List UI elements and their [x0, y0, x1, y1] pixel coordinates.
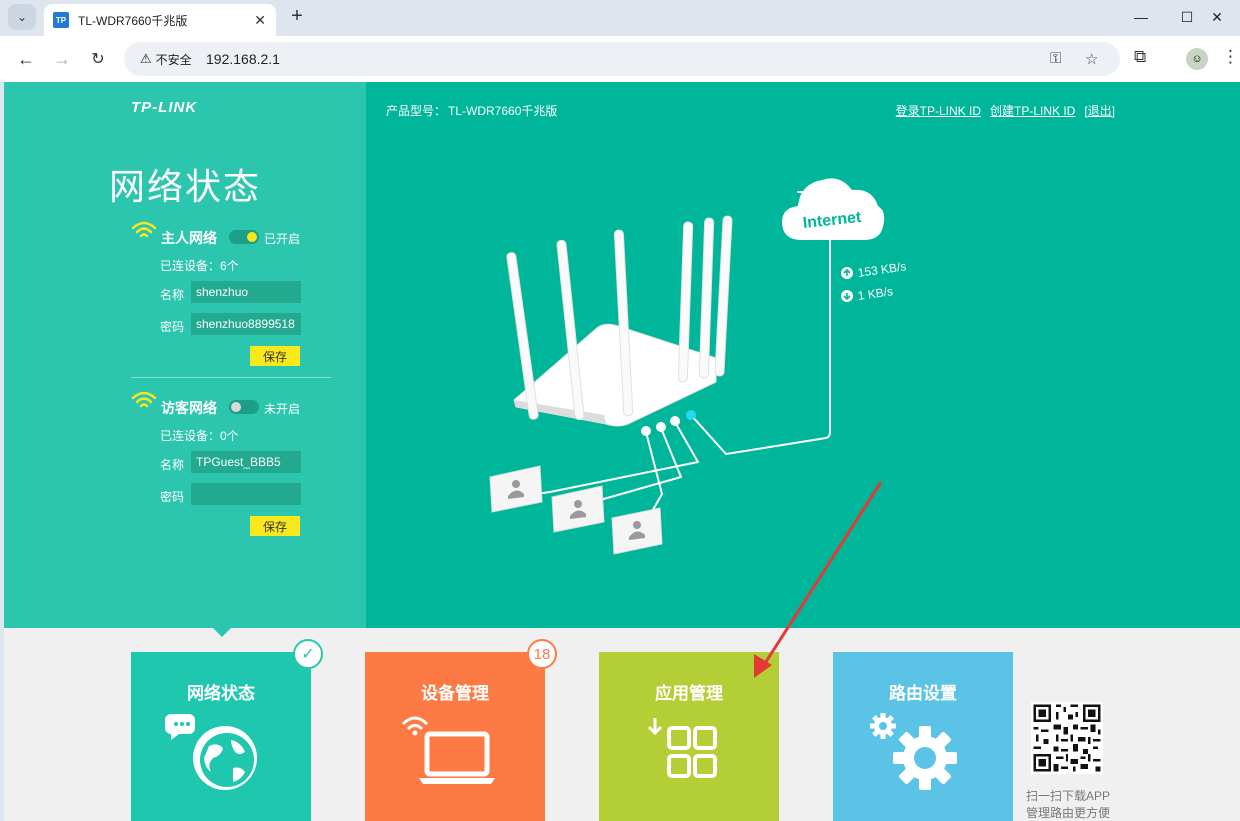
client-device	[551, 485, 605, 533]
host-connected-devices: 已连设备：6个	[160, 259, 239, 273]
guest-save-button[interactable]: 保存	[250, 516, 300, 536]
page-title: 网络状态	[108, 166, 261, 207]
qr-code	[1031, 702, 1103, 774]
window-close-button[interactable]: ✕	[1194, 0, 1240, 34]
host-network-title: 主人网络	[161, 230, 217, 246]
apps-grid-icon	[647, 718, 717, 778]
new-tab-button[interactable]: +	[286, 5, 308, 27]
tile-network-status[interactable]: 网络状态	[131, 652, 311, 821]
security-label: 不安全	[155, 52, 192, 67]
section-divider	[131, 377, 331, 378]
host-network-toggle[interactable]	[229, 230, 259, 244]
browser-tabstrip: ⌄ TP TL-WDR7660千兆版 ✕ + — ☐ ✕	[0, 0, 1240, 36]
wifi-icon	[131, 221, 157, 238]
tab-title: TL-WDR7660千兆版	[78, 13, 188, 28]
security-indicator[interactable]: ⚠ 不安全	[132, 47, 200, 71]
tile-label: 路由设置	[889, 684, 957, 703]
star-icon[interactable]: ☆	[1085, 50, 1098, 68]
guest-connected-devices: 已连设备：0个	[160, 429, 239, 443]
check-badge-icon: ✓	[293, 639, 323, 669]
close-icon[interactable]: ✕	[254, 12, 266, 29]
panel-pointer	[213, 628, 231, 637]
reload-button[interactable]: ↻	[86, 47, 110, 71]
guest-ssid-field[interactable]: TPGuest_BBB5	[191, 451, 301, 473]
host-save-button[interactable]: 保存	[250, 346, 300, 366]
guest-password-field[interactable]	[191, 483, 301, 505]
minimize-button[interactable]: —	[1118, 0, 1164, 34]
tab-search-button[interactable]: ⌄	[8, 4, 36, 30]
guest-network-toggle[interactable]	[229, 400, 259, 414]
favicon-icon: TP	[53, 12, 69, 28]
download-speed: 1 KB/s	[857, 284, 894, 303]
device-count-badge: 18	[527, 639, 557, 669]
guest-network-status: 未开启	[264, 402, 301, 416]
profile-avatar[interactable]: ☺	[1186, 48, 1208, 70]
router-admin-page: TP-LINK 网络状态 主人网络 已开启 已连设备：6个 名称 shenzhu…	[4, 82, 1240, 821]
upload-speed: 153 KB/s	[857, 259, 907, 280]
internet-cloud: Internet	[782, 178, 885, 240]
guest-name-label: 名称	[160, 458, 185, 472]
tile-router-settings[interactable]: 路由设置	[833, 652, 1013, 821]
client-device	[611, 507, 663, 555]
guest-network-title: 访客网络	[161, 400, 217, 416]
browser-toolbar: ← → ↻ ⚠ 不安全 192.168.2.1 ⚿ ☆ ⧉ ☺ ⋮	[0, 36, 1240, 82]
qr-caption-line2: 管理路由更方便	[1026, 806, 1111, 820]
menu-icon[interactable]: ⋮	[1222, 47, 1239, 67]
host-ssid-field[interactable]: shenzhuo	[191, 281, 301, 303]
tile-label: 网络状态	[187, 684, 255, 703]
tile-label: 设备管理	[421, 684, 489, 703]
client-device	[489, 465, 543, 513]
key-icon[interactable]: ⚿	[1050, 50, 1061, 67]
tile-label: 应用管理	[655, 684, 723, 703]
extensions-icon[interactable]: ⧉	[1134, 47, 1146, 67]
qr-caption-line1: 扫一扫下载APP	[1026, 789, 1111, 803]
host-password-field[interactable]: shenzhuo8899518	[191, 313, 301, 335]
tile-device-management[interactable]: 设备管理	[365, 652, 545, 821]
forward-button[interactable]: →	[50, 47, 74, 71]
user-icon: ☺	[1191, 53, 1203, 65]
url-text[interactable]: 192.168.2.1	[206, 51, 280, 67]
network-topology-illustration: Internet 153 KB/s 1 KB/s	[489, 178, 907, 555]
address-bar[interactable]: ⚠ 不安全 192.168.2.1 ⚿ ☆	[124, 42, 1120, 76]
gear-icon	[870, 713, 957, 790]
wifi-icon	[131, 391, 157, 408]
back-button[interactable]: ←	[14, 47, 38, 71]
warning-icon: ⚠	[140, 51, 152, 66]
browser-tab[interactable]: TP TL-WDR7660千兆版 ✕	[44, 4, 276, 36]
host-password-label: 密码	[160, 320, 185, 334]
guest-password-label: 密码	[160, 490, 185, 504]
globe-chat-icon	[165, 714, 257, 790]
tp-link-logo: TP-LINK	[131, 99, 198, 116]
host-name-label: 名称	[160, 288, 185, 302]
host-network-status: 已开启	[264, 232, 301, 246]
tile-app-management[interactable]: 应用管理	[599, 652, 779, 821]
laptop-wifi-icon	[401, 716, 495, 784]
chevron-down-icon: ⌄	[16, 10, 28, 24]
